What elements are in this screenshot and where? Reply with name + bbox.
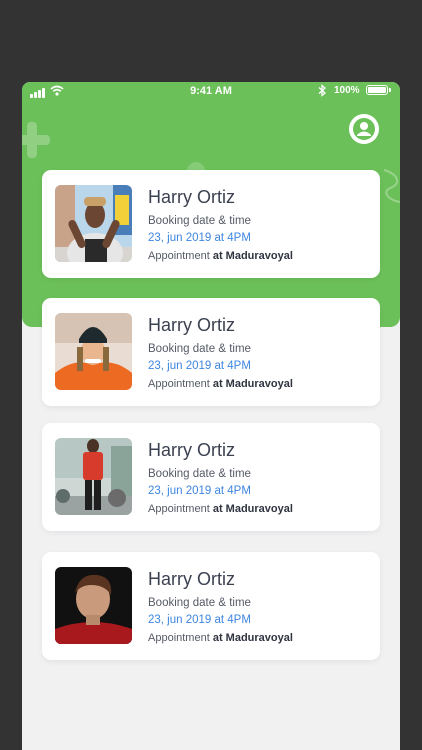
phone-screen: 9:41 AM 100% Harry Ortiz Booking date & …: [22, 82, 400, 750]
booking-date: 23, jun 2019 at 4PM: [148, 360, 251, 372]
avatar: [55, 185, 132, 262]
appointment-info: Harry Ortiz Booking date & time 23, jun …: [148, 186, 293, 263]
appointment-location: Appointment at Maduravoyal: [148, 250, 293, 262]
appointment-card[interactable]: Harry Ortiz Booking date & time 23, jun …: [42, 552, 380, 660]
appointment-location: Appointment at Maduravoyal: [148, 503, 293, 515]
appointment-info: Harry Ortiz Booking date & time 23, jun …: [148, 314, 293, 391]
appointment-card[interactable]: Harry Ortiz Booking date & time 23, jun …: [42, 170, 380, 278]
battery-cap: [389, 88, 391, 92]
avatar: [55, 313, 132, 390]
appointment-card[interactable]: Harry Ortiz Booking date & time 23, jun …: [42, 423, 380, 531]
booking-date: 23, jun 2019 at 4PM: [148, 614, 251, 626]
decorative-wave-icon: [383, 169, 400, 203]
appointment-info: Harry Ortiz Booking date & time 23, jun …: [148, 568, 293, 645]
appointment-location: Appointment at Maduravoyal: [148, 632, 293, 644]
battery-percentage: 100%: [334, 85, 360, 96]
appointment-card[interactable]: Harry Ortiz Booking date & time 23, jun …: [42, 298, 380, 406]
booking-date: 23, jun 2019 at 4PM: [148, 485, 251, 497]
bluetooth-icon: [318, 84, 326, 97]
booking-label: Booking date & time: [148, 468, 251, 480]
booking-label: Booking date & time: [148, 597, 251, 609]
patient-name: Harry Ortiz: [148, 187, 235, 207]
patient-name: Harry Ortiz: [148, 315, 235, 335]
appointment-info: Harry Ortiz Booking date & time 23, jun …: [148, 439, 293, 516]
booking-label: Booking date & time: [148, 215, 251, 227]
status-bar: 9:41 AM 100%: [22, 82, 400, 100]
profile-button[interactable]: [349, 114, 379, 144]
battery-icon: [366, 85, 388, 95]
user-circle-icon: [353, 118, 375, 140]
avatar: [55, 567, 132, 644]
avatar: [55, 438, 132, 515]
booking-label: Booking date & time: [148, 343, 251, 355]
patient-name: Harry Ortiz: [148, 440, 235, 460]
appointment-location: Appointment at Maduravoyal: [148, 378, 293, 390]
patient-name: Harry Ortiz: [148, 569, 235, 589]
decorative-plus-icon: [22, 122, 50, 158]
booking-date: 23, jun 2019 at 4PM: [148, 232, 251, 244]
